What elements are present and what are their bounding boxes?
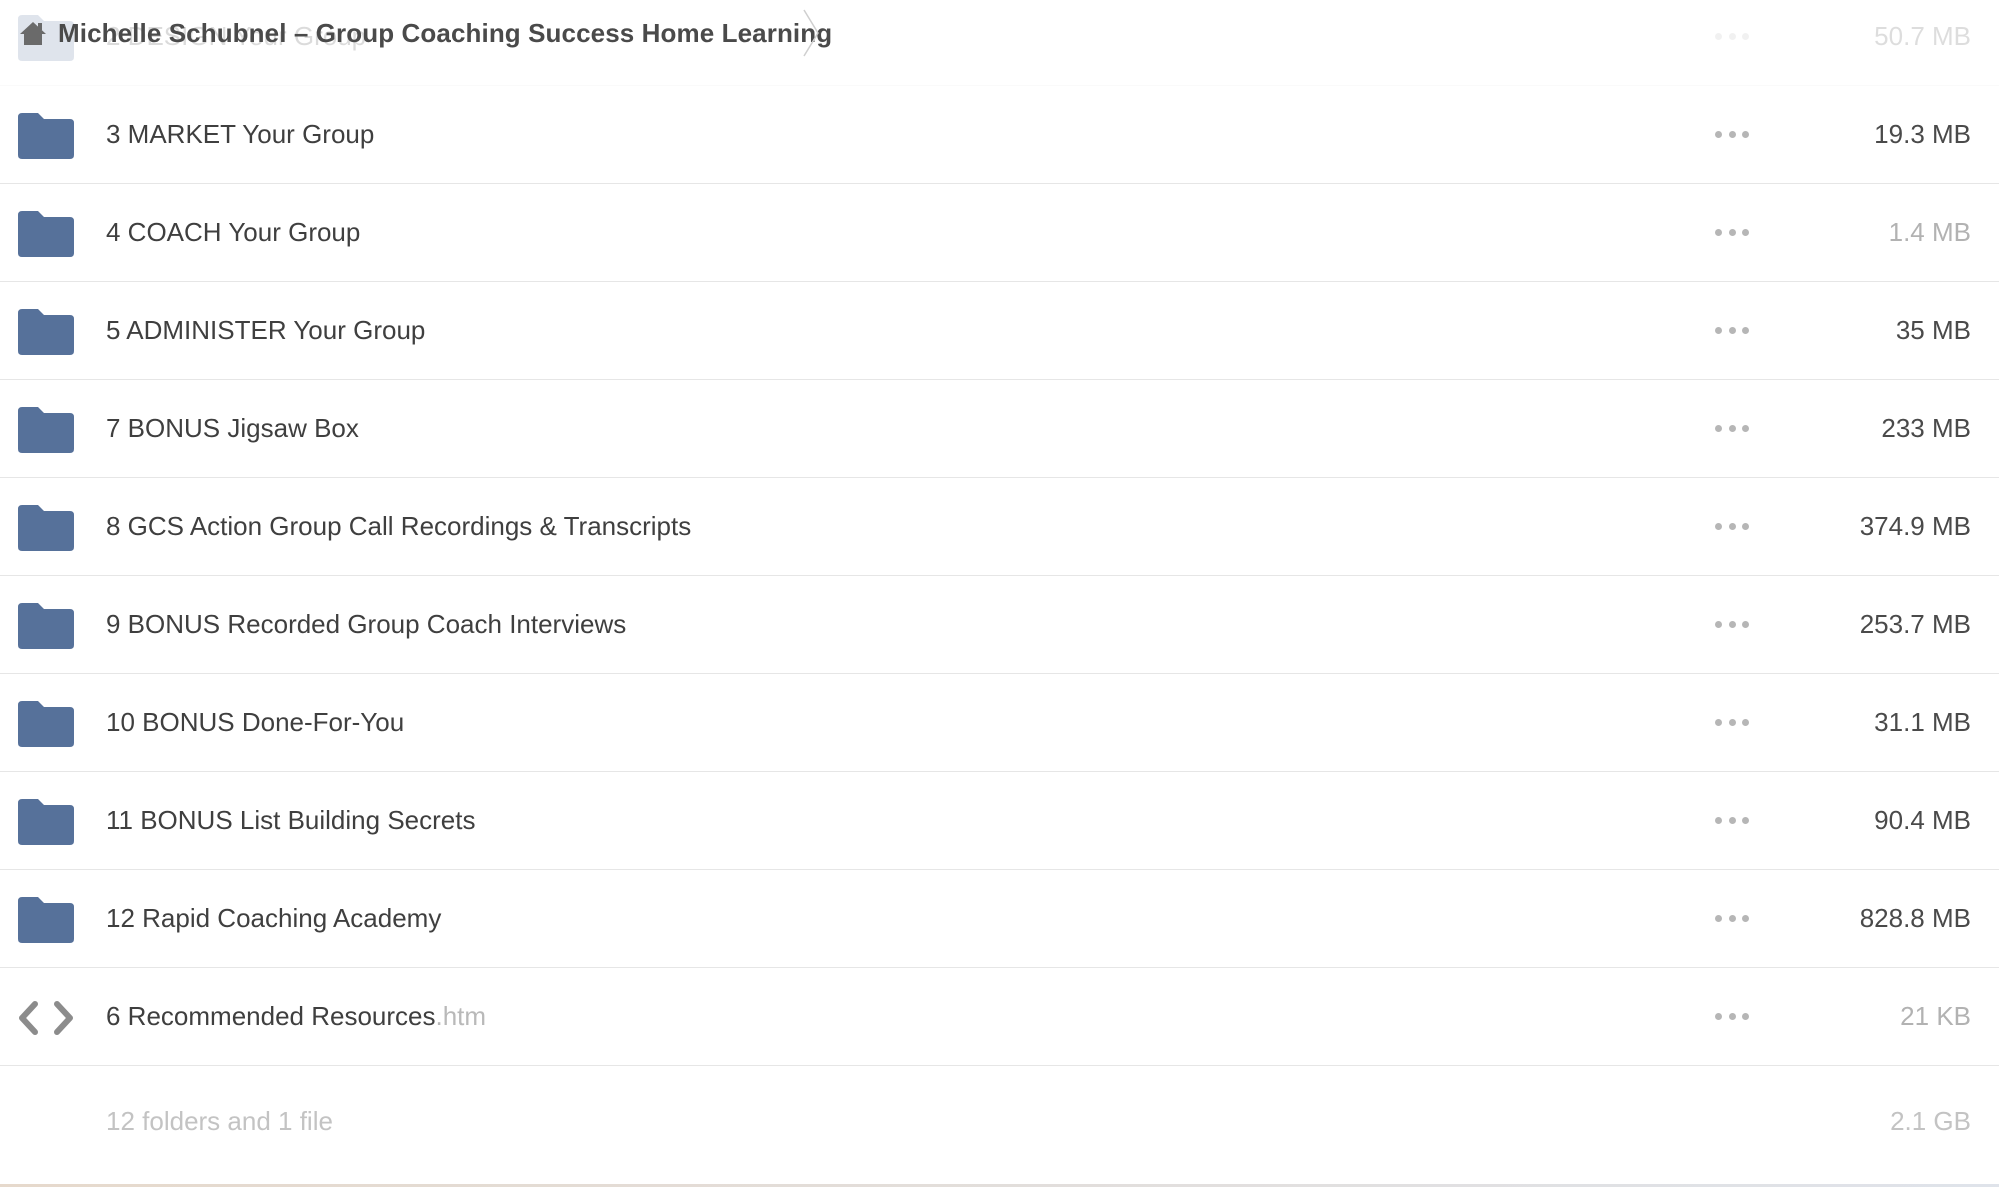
- more-options-icon[interactable]: [1715, 220, 1749, 244]
- more-options-icon[interactable]: [1715, 122, 1749, 146]
- folder-icon: [18, 211, 74, 257]
- header: Michelle Schubnel – Group Coaching Succe…: [0, 0, 1999, 66]
- item-size: 1.4 MB: [1888, 217, 1971, 247]
- item-name[interactable]: 9 BONUS Recorded Group Coach Interviews: [106, 576, 626, 673]
- item-name[interactable]: 5 ADMINISTER Your Group: [106, 282, 425, 379]
- item-name-base: 9 BONUS Recorded Group Coach Interviews: [106, 609, 627, 639]
- item-name-base: 8 GCS Action Group Call Recordings & Tra…: [106, 511, 692, 541]
- folder-icon: [18, 701, 74, 747]
- more-options-icon[interactable]: [1715, 612, 1749, 636]
- list-item[interactable]: 6 Recommended Resources.htm 21 KB: [0, 968, 1999, 1066]
- item-extension: .htm: [435, 1001, 487, 1031]
- page-title[interactable]: Michelle Schubnel – Group Coaching Succe…: [58, 18, 832, 49]
- code-file-icon: [19, 1001, 73, 1035]
- item-size: 35 MB: [1895, 315, 1971, 345]
- item-name-base: 10 BONUS Done-For-You: [106, 707, 405, 737]
- item-name[interactable]: 8 GCS Action Group Call Recordings & Tra…: [106, 478, 691, 575]
- file-list: 2 DESIGN Your Group 50.7 MB 3 MARKET You…: [0, 15, 1999, 1176]
- item-size: 828.8 MB: [1859, 903, 1971, 933]
- item-name-base: 6 Recommended Resources: [106, 1001, 436, 1031]
- item-name[interactable]: 11 BONUS List Building Secrets: [106, 772, 475, 869]
- list-item[interactable]: 7 BONUS Jigsaw Box 233 MB: [0, 380, 1999, 478]
- item-name-base: 11 BONUS List Building Secrets: [106, 805, 476, 835]
- list-item[interactable]: 11 BONUS List Building Secrets 90.4 MB: [0, 772, 1999, 870]
- item-name-base: 3 MARKET Your Group: [106, 119, 375, 149]
- item-size: 374.9 MB: [1859, 511, 1971, 541]
- list-item[interactable]: 4 COACH Your Group 1.4 MB: [0, 184, 1999, 282]
- more-options-icon[interactable]: [1715, 514, 1749, 538]
- item-name-base: 5 ADMINISTER Your Group: [106, 315, 426, 345]
- item-name-base: 7 BONUS Jigsaw Box: [106, 413, 359, 443]
- breadcrumb[interactable]: Michelle Schubnel – Group Coaching Succe…: [18, 0, 832, 66]
- more-options-icon[interactable]: [1715, 710, 1749, 734]
- list-item[interactable]: 5 ADMINISTER Your Group 35 MB: [0, 282, 1999, 380]
- folder-icon: [18, 603, 74, 649]
- more-options-icon[interactable]: [1715, 318, 1749, 342]
- item-size: 253.7 MB: [1859, 609, 1971, 639]
- item-size: 90.4 MB: [1874, 805, 1971, 835]
- item-size: 21 KB: [1900, 1001, 1971, 1031]
- item-name[interactable]: 3 MARKET Your Group: [106, 86, 374, 183]
- list-item[interactable]: 10 BONUS Done-For-You 31.1 MB: [0, 674, 1999, 772]
- item-name[interactable]: 7 BONUS Jigsaw Box: [106, 380, 359, 477]
- total-size: 2.1 GB: [1890, 1106, 1971, 1136]
- folder-icon: [18, 113, 74, 159]
- item-name-base: 4 COACH Your Group: [106, 217, 361, 247]
- breadcrumb-chevron-icon: [803, 9, 819, 57]
- more-options-icon[interactable]: [1715, 416, 1749, 440]
- item-name[interactable]: 4 COACH Your Group: [106, 184, 360, 281]
- list-item[interactable]: 3 MARKET Your Group 19.3 MB: [0, 86, 1999, 184]
- list-item[interactable]: 9 BONUS Recorded Group Coach Interviews 2…: [0, 576, 1999, 674]
- item-size: 233 MB: [1881, 413, 1971, 443]
- item-name[interactable]: 10 BONUS Done-For-You: [106, 674, 404, 771]
- list-summary: 12 folders and 1 file 2.1 GB: [0, 1066, 1999, 1176]
- item-name[interactable]: 6 Recommended Resources.htm: [106, 968, 486, 1065]
- more-options-icon[interactable]: [1715, 906, 1749, 930]
- item-name[interactable]: 12 Rapid Coaching Academy: [106, 870, 441, 967]
- folder-icon: [18, 799, 74, 845]
- item-size: 31.1 MB: [1874, 707, 1971, 737]
- list-item[interactable]: 12 Rapid Coaching Academy 828.8 MB: [0, 870, 1999, 968]
- folder-icon: [18, 897, 74, 943]
- more-options-icon[interactable]: [1715, 808, 1749, 832]
- item-size: 19.3 MB: [1874, 119, 1971, 149]
- list-item[interactable]: 8 GCS Action Group Call Recordings & Tra…: [0, 478, 1999, 576]
- folder-icon: [18, 407, 74, 453]
- item-name-base: 12 Rapid Coaching Academy: [106, 903, 442, 933]
- folder-icon: [18, 309, 74, 355]
- home-icon[interactable]: [18, 18, 48, 48]
- more-options-icon[interactable]: [1715, 1004, 1749, 1028]
- bottom-divider: [0, 1184, 1999, 1187]
- folder-icon: [18, 505, 74, 551]
- item-count: 12 folders and 1 file: [106, 1106, 333, 1136]
- file-browser: Michelle Schubnel – Group Coaching Succe…: [0, 0, 1999, 1190]
